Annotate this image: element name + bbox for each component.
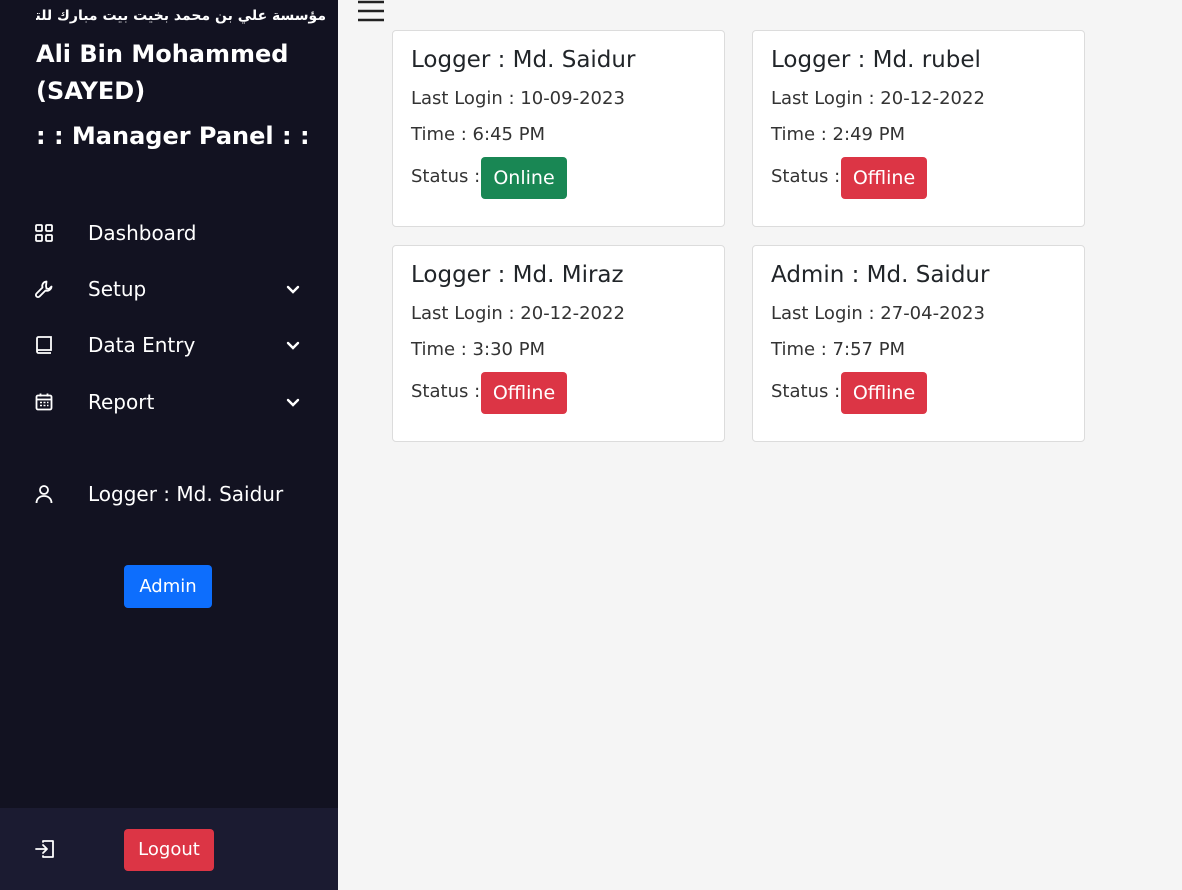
login-time: Time : 7:57 PM <box>771 339 906 360</box>
nav-item-setup[interactable]: Setup <box>0 269 338 309</box>
admin-button[interactable]: Admin <box>124 565 212 608</box>
nav-item-data-entry[interactable]: Data Entry <box>0 325 338 365</box>
calendar-icon <box>35 393 53 411</box>
company-name: Ali Bin Mohammed (SAYED) <box>36 40 289 105</box>
last-login: Last Login : 27-04-2023 <box>771 303 985 324</box>
login-time: Time : 6:45 PM <box>411 124 546 145</box>
nav-label: Data Entry <box>88 333 196 357</box>
status-label: Status : <box>771 166 841 187</box>
nav-label: Setup <box>88 277 147 301</box>
status-badge: Online <box>481 157 567 199</box>
current-user: Logger : Md. Saidur <box>0 474 338 514</box>
card-title: Logger : Md. rubel <box>771 47 981 73</box>
status-label: Status : <box>771 381 841 402</box>
user-icon <box>35 485 53 504</box>
status-label: Status : <box>411 166 481 187</box>
status-label: Status : <box>411 381 481 402</box>
status-badge: Offline <box>841 157 927 199</box>
status-badge: Offline <box>481 372 567 414</box>
chevron-down-icon <box>286 341 300 350</box>
wrench-icon <box>35 280 53 298</box>
panel-title: : : Manager Panel : : <box>36 122 310 150</box>
logger-card: Logger : Md. Miraz Last Login : 20-12-20… <box>392 245 725 442</box>
nav-label: Dashboard <box>88 221 197 245</box>
logger-card: Logger : Md. rubel Last Login : 20-12-20… <box>752 30 1085 227</box>
last-login: Last Login : 20-12-2022 <box>411 303 625 324</box>
card-title: Logger : Md. Saidur <box>411 47 636 73</box>
logout-button[interactable]: Logout <box>124 829 214 871</box>
sidebar-footer: Logout <box>0 808 338 890</box>
chevron-down-icon <box>286 398 300 407</box>
book-icon <box>36 336 52 354</box>
card-title: Admin : Md. Saidur <box>771 262 990 288</box>
login-time: Time : 2:49 PM <box>771 124 906 145</box>
nav-item-dashboard[interactable]: Dashboard <box>0 213 338 253</box>
menu-toggle-icon[interactable] <box>357 0 385 22</box>
arabic-company-name: مؤسسة علي بن محمد بخيت بيت مبارك للتجارة <box>36 8 326 24</box>
logger-card: Logger : Md. Saidur Last Login : 10-09-2… <box>392 30 725 227</box>
nav-item-report[interactable]: Report <box>0 382 338 422</box>
logout-icon[interactable] <box>34 838 56 860</box>
sidebar: مؤسسة علي بن محمد بخيت بيت مبارك للتجارة… <box>0 0 338 890</box>
login-time: Time : 3:30 PM <box>411 339 546 360</box>
last-login: Last Login : 10-09-2023 <box>411 88 625 109</box>
nav-label: Report <box>88 390 155 414</box>
grid-icon <box>35 224 53 242</box>
status-badge: Offline <box>841 372 927 414</box>
chevron-down-icon <box>286 285 300 294</box>
card-title: Logger : Md. Miraz <box>411 262 624 288</box>
admin-card: Admin : Md. Saidur Last Login : 27-04-20… <box>752 245 1085 442</box>
user-label: Logger : Md. Saidur <box>88 482 284 506</box>
last-login: Last Login : 20-12-2022 <box>771 88 985 109</box>
